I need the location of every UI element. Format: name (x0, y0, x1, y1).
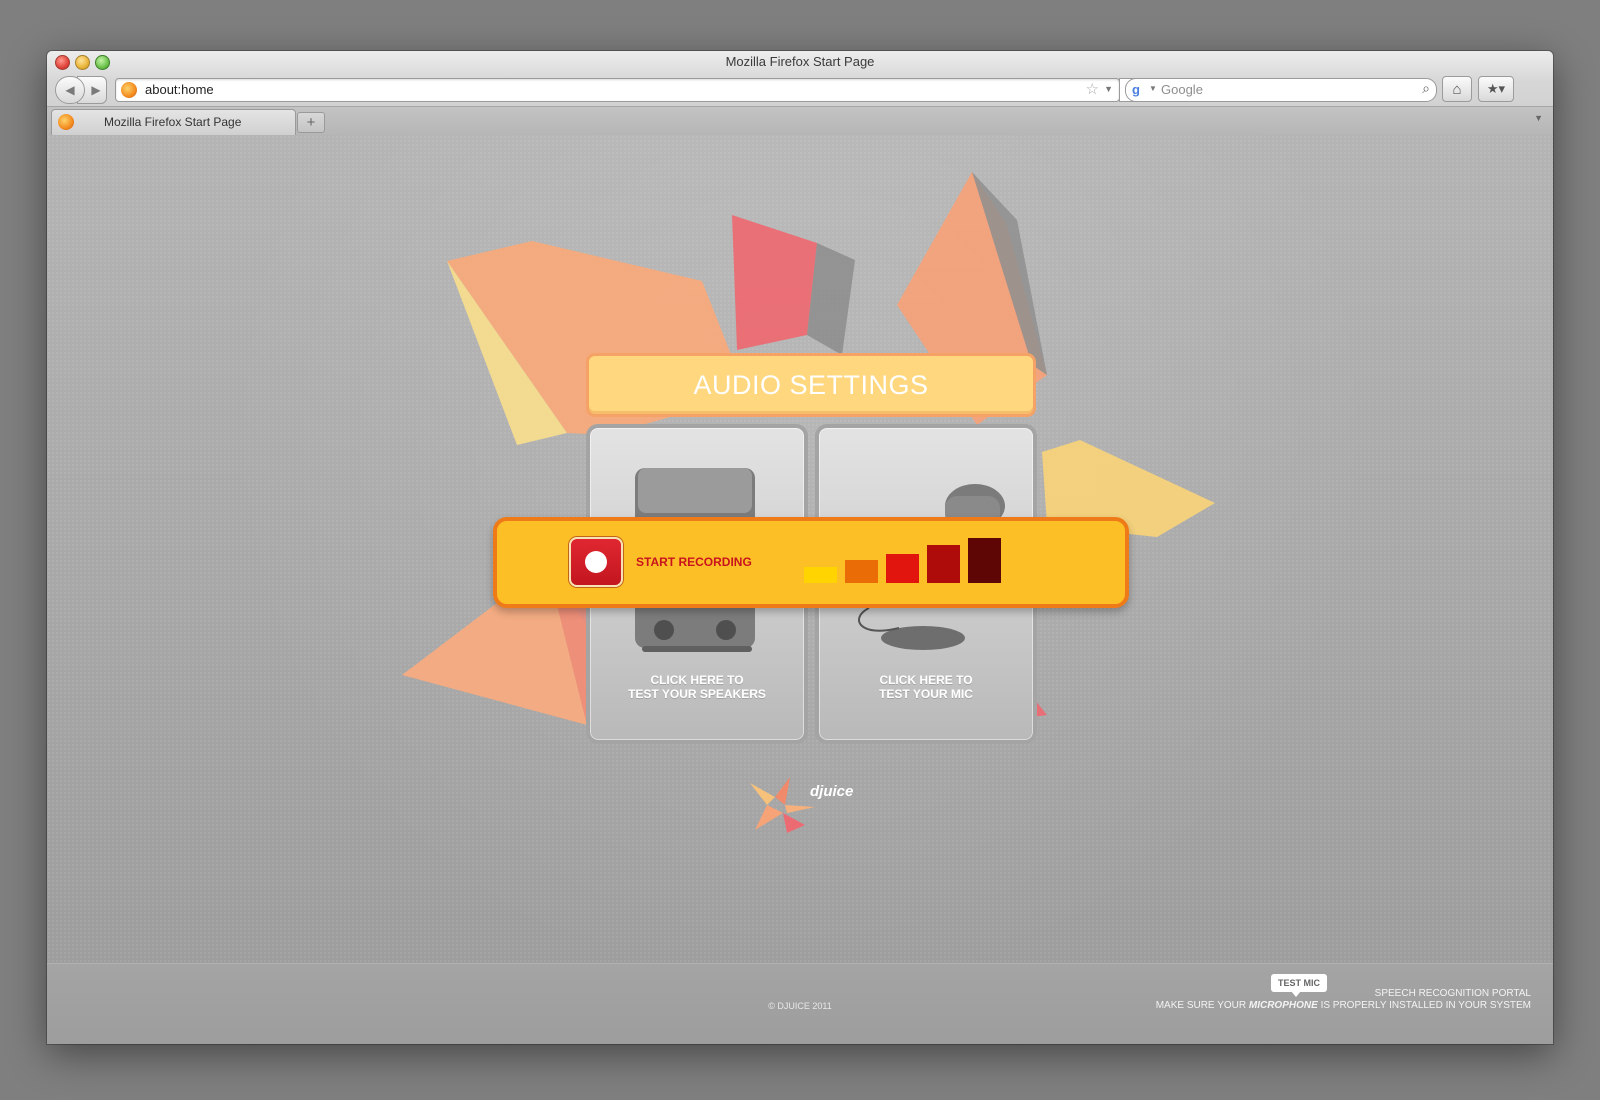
tab-strip: Mozilla Firefox Start Page + ▼ (47, 106, 1553, 135)
portal-label: SPEECH RECOGNITION PORTAL (1374, 988, 1531, 999)
audio-settings-header: AUDIO SETTINGS (586, 353, 1036, 417)
start-recording-label[interactable]: START RECORDING (636, 555, 752, 569)
bookmarks-icon: ★▾ (1486, 81, 1506, 96)
tab-label: Mozilla Firefox Start Page (104, 115, 242, 129)
test-mic-line1: CLICK HERE TO (879, 673, 973, 687)
url-bar[interactable]: about:home ☆ ▼ (115, 78, 1120, 102)
firefox-favicon-icon (58, 114, 74, 130)
level-bar-3 (886, 554, 919, 583)
plus-icon: + (306, 114, 316, 131)
google-icon[interactable]: g (1132, 82, 1148, 98)
search-engine-dropdown-icon[interactable]: ▼ (1149, 84, 1157, 93)
bookmark-star-icon[interactable]: ☆ (1086, 80, 1099, 98)
level-bar-1 (804, 567, 837, 583)
firefox-favicon-icon (121, 82, 137, 98)
audio-settings-title: AUDIO SETTINGS (693, 369, 929, 400)
home-button[interactable]: ⌂ (1442, 76, 1472, 102)
level-bar-5 (968, 538, 1001, 583)
url-text[interactable]: about:home (145, 82, 214, 97)
microphone-note: MAKE SURE YOUR MICROPHONE IS PROPERLY IN… (1156, 1000, 1531, 1012)
level-bar-4 (927, 545, 960, 583)
test-mic-line2: TEST YOUR MIC (879, 687, 973, 701)
test-mic-label: CLICK HERE TO TEST YOUR MIC (819, 673, 1033, 701)
test-speakers-label: CLICK HERE TO TEST YOUR SPEAKERS (590, 673, 804, 701)
home-icon: ⌂ (1452, 80, 1462, 98)
browser-window: Mozilla Firefox Start Page ◀ ▶ about:hom… (47, 51, 1553, 1044)
back-button[interactable]: ◀ (55, 76, 85, 104)
tab-list-dropdown-icon[interactable]: ▼ (1534, 113, 1543, 123)
page-footer: © DJUICE 2011 TEST MIC SPEECH RECOGNITIO… (47, 963, 1553, 1044)
search-input[interactable]: Google (1161, 82, 1203, 97)
new-tab-button[interactable]: + (297, 112, 325, 133)
page-content: AUDIO SETTINGS CLICK HERE TO TEST YOUR S… (47, 135, 1553, 1044)
level-bar-2 (845, 560, 878, 583)
bookmarks-menu-button[interactable]: ★▾ (1478, 76, 1514, 102)
note-prefix: MAKE SURE YOUR (1155, 1000, 1247, 1011)
tab-firefox-start-page[interactable]: Mozilla Firefox Start Page (51, 109, 296, 135)
footer-note: SPEECH RECOGNITION PORTAL MAKE SURE YOUR… (1156, 988, 1531, 1012)
search-bar[interactable]: g ▼ Google ⌕ (1125, 78, 1437, 102)
forward-arrow-icon: ▶ (91, 83, 101, 97)
window-title: Mozilla Firefox Start Page (725, 54, 875, 69)
back-arrow-icon: ◀ (65, 83, 75, 97)
search-icon[interactable]: ⌕ (1422, 80, 1430, 97)
djuice-logo-text: djuice (810, 783, 854, 800)
start-recording-button[interactable] (569, 537, 623, 587)
test-speakers-line2: TEST YOUR SPEAKERS (628, 687, 766, 701)
url-history-dropdown-icon[interactable]: ▼ (1104, 84, 1113, 94)
test-speakers-line1: CLICK HERE TO (650, 673, 744, 687)
note-emphasis: MICROPHONE (1248, 1000, 1318, 1011)
recording-panel: START RECORDING (493, 517, 1129, 608)
record-icon (585, 551, 607, 573)
note-suffix: IS PROPERLY INSTALLED IN YOUR SYSTEM (1320, 1000, 1531, 1011)
